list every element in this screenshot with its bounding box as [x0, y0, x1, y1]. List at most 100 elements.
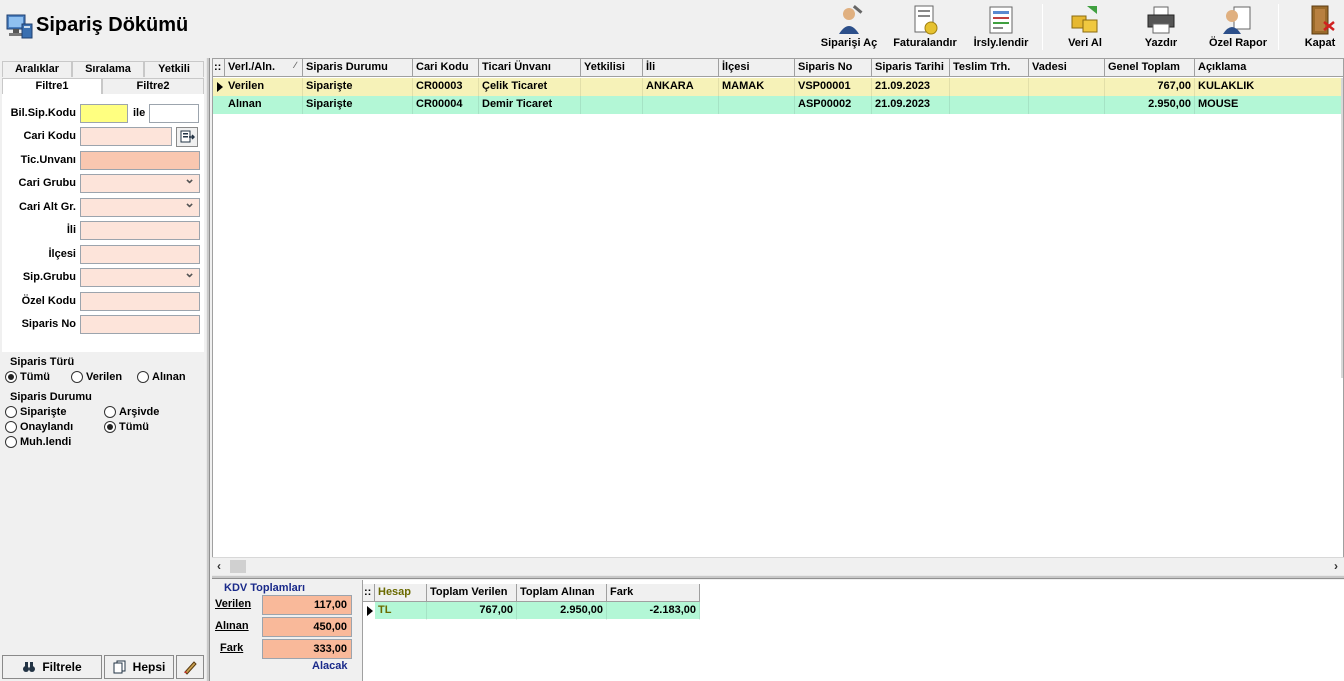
filtrele-button[interactable]: Filtrele [2, 655, 102, 679]
col-ticari-unvani[interactable]: Ticari Ünvanı [479, 59, 581, 77]
app-computer-icon [6, 14, 33, 39]
invoice-button[interactable]: Faturalandır [888, 2, 962, 52]
cell-vade [1029, 96, 1105, 114]
col-hesap[interactable]: Hesap [375, 584, 427, 602]
ili-input[interactable] [80, 221, 200, 240]
sip-grubu-select[interactable] [80, 265, 200, 287]
ilcesi-input[interactable] [80, 245, 200, 264]
table-row[interactable]: Verilen Siparişte CR00003 Çelik Ticaret … [213, 78, 1343, 96]
label-ili: İli [66, 224, 76, 236]
scroll-thumb[interactable] [230, 560, 246, 573]
row-indicator [213, 96, 225, 114]
tab-filtre1[interactable]: Filtre1 [2, 78, 102, 94]
tab-yetkili[interactable]: Yetkili [144, 61, 204, 77]
radio-dot [104, 421, 116, 433]
cell-verl: Alınan [225, 96, 303, 114]
radio-turu-alinan[interactable]: Alınan [137, 371, 186, 383]
cell-aciklama: KULAKLIK [1195, 78, 1343, 96]
cell-siparis-no: VSP00001 [795, 78, 872, 96]
label-sip-grubu: Sip.Grubu [22, 271, 76, 283]
header: Sipariş Dökümü Siparişi Aç Faturalandır … [0, 0, 1344, 56]
col-siparis-durumu[interactable]: Siparis Durumu [303, 59, 413, 77]
cell-siparis-no: ASP00002 [795, 96, 872, 114]
printer-icon [1147, 6, 1175, 34]
radio-dot [5, 406, 17, 418]
waybill-button[interactable]: İrsly.lendir [966, 2, 1036, 52]
radio-durum-arsivde[interactable]: Arşivde [104, 406, 159, 418]
tab-filtre2[interactable]: Filtre2 [102, 78, 204, 94]
bil-sip-kodu-from-input[interactable] [80, 104, 128, 123]
ozel-kodu-input[interactable] [80, 292, 200, 311]
radio-durum-onaylandi[interactable]: Onaylandı [5, 421, 73, 433]
label-ile: ile [133, 107, 146, 119]
tab-siralama[interactable]: Sıralama [72, 61, 144, 77]
eraser-brush-icon [184, 661, 197, 675]
cell-ili: ANKARA [643, 78, 719, 96]
cell-cari-kodu: CR00003 [413, 78, 479, 96]
scroll-left-icon[interactable]: ‹ [217, 559, 221, 573]
col-ilcesi[interactable]: İlçesi [719, 59, 795, 77]
radio-dot [137, 371, 149, 383]
radio-durum-sipariste[interactable]: Siparişte [5, 406, 66, 418]
hepsi-button[interactable]: Hepsi [104, 655, 174, 679]
cari-grubu-select[interactable] [80, 171, 200, 193]
open-order-button[interactable]: Siparişi Aç [816, 2, 882, 52]
label-cari-alt-gr: Cari Alt Gr. [18, 201, 76, 213]
col-yetkilisi[interactable]: Yetkilisi [581, 59, 643, 77]
custom-report-button[interactable]: Özel Rapor [1202, 2, 1274, 52]
cell-genel-toplam: 2.950,00 [1105, 96, 1195, 114]
scroll-right-icon[interactable]: › [1334, 559, 1338, 573]
radio-turu-verilen[interactable]: Verilen [71, 371, 122, 383]
col-cari-kodu[interactable]: Cari Kodu [413, 59, 479, 77]
col-ili[interactable]: İli [643, 59, 719, 77]
print-button[interactable]: Yazdır [1134, 2, 1188, 52]
open-order-icon [839, 5, 863, 34]
row-indicator-icon [363, 602, 375, 619]
cell-ilcesi: MAMAK [719, 78, 795, 96]
cari-lookup-button[interactable] [176, 127, 198, 147]
col-fark[interactable]: Fark [607, 584, 700, 602]
horizontal-scrollbar[interactable]: ‹ › [212, 557, 1344, 574]
radio-durum-tumu[interactable]: Tümü [104, 421, 149, 433]
radio-dot [104, 406, 116, 418]
col-verl-aln[interactable]: Verl./Aln. ∕ [225, 59, 303, 77]
col-vadesi[interactable]: Vadesi [1029, 59, 1105, 77]
siparis-no-input[interactable] [80, 315, 200, 334]
table-row[interactable]: Alınan Siparişte CR00004 Demir Ticaret A… [213, 96, 1343, 114]
col-teslim-trh[interactable]: Teslim Trh. [950, 59, 1029, 77]
col-toplam-alinan[interactable]: Toplam Alınan [517, 584, 607, 602]
tab-araliklar[interactable]: Aralıklar [2, 61, 72, 77]
invoice-icon [914, 5, 938, 35]
cell-ilcesi [719, 96, 795, 114]
cell-yetkili [581, 96, 643, 114]
siparis-turu-title: Siparis Türü [10, 356, 75, 368]
cari-kodu-input[interactable] [80, 127, 172, 146]
cell-verl: Verilen [225, 78, 303, 96]
grid-header: :: Verl./Aln. ∕ Siparis Durumu Cari Kodu … [213, 59, 1343, 77]
radio-dot [5, 371, 17, 383]
label-bil-sip-kodu: Bil.Sip.Kodu [10, 107, 76, 119]
bil-sip-kodu-to-input[interactable] [149, 104, 199, 123]
close-button[interactable]: Kapat [1296, 2, 1344, 52]
cari-alt-grubu-select[interactable] [80, 195, 200, 217]
horizontal-splitter[interactable] [212, 575, 1344, 579]
tic-unvani-input[interactable] [80, 151, 200, 170]
col-siparis-no[interactable]: Siparis No [795, 59, 872, 77]
cell-genel-toplam: 767,00 [1105, 78, 1195, 96]
col-siparis-tarihi[interactable]: Siparis Tarihi [872, 59, 950, 77]
vertical-splitter[interactable] [206, 58, 210, 681]
col-toplam-verilen[interactable]: Toplam Verilen [427, 584, 517, 602]
table-row[interactable]: TL 767,00 2.950,00 -2.183,00 [363, 602, 700, 620]
toolbar-separator [1278, 4, 1279, 50]
radio-turu-tumu[interactable]: Tümü [5, 371, 50, 383]
import-data-button[interactable]: Veri Al [1056, 2, 1114, 52]
clear-filter-button[interactable] [176, 655, 204, 679]
col-aciklama[interactable]: Açıklama [1195, 59, 1343, 77]
col-genel-toplam[interactable]: Genel Toplam [1105, 59, 1195, 77]
radio-dot [5, 421, 17, 433]
kdv-status: Alacak [312, 660, 348, 672]
sort-asc-icon: ∕ [294, 60, 296, 70]
kdv-alinan-label: Alınan [215, 620, 249, 632]
label-cari-grubu: Cari Grubu [18, 177, 76, 189]
radio-durum-muhasebelendi[interactable]: Muh.lendi [5, 436, 71, 448]
